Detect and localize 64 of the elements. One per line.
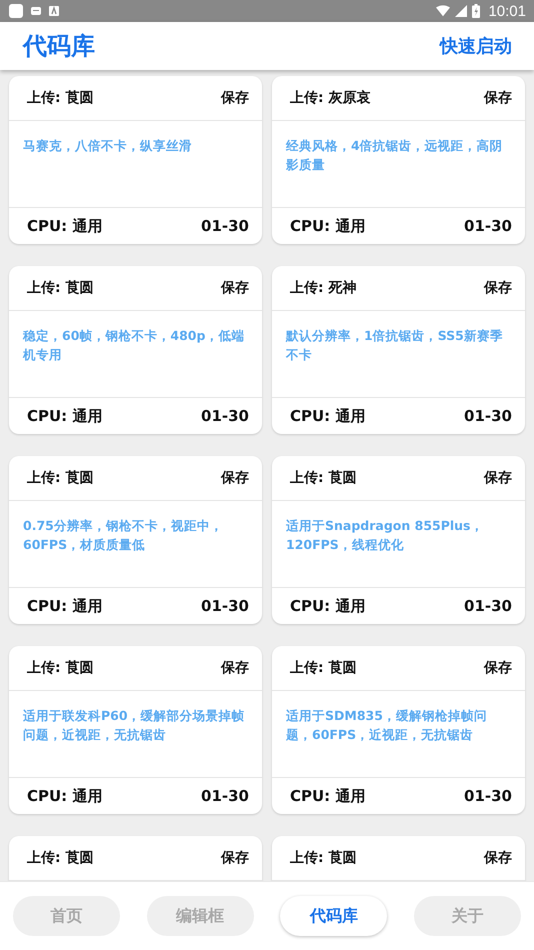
save-link[interactable]: 保存 [484, 849, 512, 867]
uploader-label: 上传: 死神 [290, 279, 356, 297]
signal-icon [454, 5, 468, 17]
date-label: 01-30 [201, 597, 249, 615]
save-link[interactable]: 保存 [221, 469, 249, 487]
preset-card[interactable]: 上传: 莨圆 保存 马赛克，八倍不卡，纵享丝滑 CPU: 通用 01-30 [9, 76, 262, 244]
save-link[interactable]: 保存 [484, 659, 512, 677]
preset-description: 0.75分辨率，钢枪不卡，视距中，60FPS，材质质量低 [23, 518, 223, 552]
uploader-label: 上传: 莨圆 [290, 849, 356, 867]
preset-card[interactable]: 上传: 死神 保存 默认分辨率，1倍抗锯齿，SS5新赛季不卡 CPU: 通用 01-30 [272, 266, 525, 434]
save-link[interactable]: 保存 [221, 849, 249, 867]
save-link[interactable]: 保存 [221, 659, 249, 677]
uploader-label: 上传: 莨圆 [290, 469, 356, 487]
date-label: 01-30 [201, 787, 249, 805]
notification-icon [49, 6, 59, 16]
preset-description: 经典风格，4倍抗锯齿，远视距，高阴影质量 [286, 138, 503, 172]
battery-icon [472, 4, 480, 18]
date-label: 01-30 [464, 787, 512, 805]
notification-icon [9, 4, 23, 18]
save-link[interactable]: 保存 [221, 279, 249, 297]
uploader-label: 上传: 灰原哀 [290, 89, 370, 107]
wifi-icon [436, 5, 450, 17]
date-label: 01-30 [464, 597, 512, 615]
preset-description: 适用于Snapdragon 855Plus，120FPS，线程优化 [286, 518, 484, 552]
preset-description: 稳定，60帧，钢枪不卡，480p，低端机专用 [23, 328, 244, 362]
preset-card[interactable]: 上传: 莨圆 保存 [9, 836, 262, 882]
preset-card[interactable]: 上传: 灰原哀 保存 经典风格，4倍抗锯齿，远视距，高阴影质量 CPU: 通用 01-30 [272, 76, 525, 244]
preset-card[interactable]: 上传: 莨圆 保存 适用于联发科P60，缓解部分场景掉帧问题，近视距，无抗锯齿 CPU: 通用 01-30 [9, 646, 262, 814]
uploader-label: 上传: 莨圆 [27, 469, 94, 487]
cpu-label: CPU: 通用 [27, 406, 102, 426]
quick-start-link[interactable]: 快速启动 [440, 34, 512, 58]
date-label: 01-30 [201, 217, 249, 235]
nav-tab[interactable]: 代码库 [280, 896, 388, 936]
preset-description: 适用于SDM835，缓解钢枪掉帧问题，60FPS，近视距，无抗锯齿 [286, 708, 487, 742]
preset-card[interactable]: 上传: 莨圆 保存 适用于SDM835，缓解钢枪掉帧问题，60FPS，近视距，无抗锯齿 CPU: 通用 01-30 [272, 646, 525, 814]
save-link[interactable]: 保存 [484, 469, 512, 487]
uploader-label: 上传: 莨圆 [27, 849, 94, 867]
clock: 10:01 [488, 2, 526, 20]
preset-description: 适用于联发科P60，缓解部分场景掉帧问题，近视距，无抗锯齿 [23, 708, 245, 742]
uploader-label: 上传: 莨圆 [290, 659, 356, 677]
preset-card[interactable]: 上传: 莨圆 保存 适用于Snapdragon 855Plus，120FPS，线程优化 CPU: 通用 01-30 [272, 456, 525, 624]
cpu-label: CPU: 通用 [290, 786, 366, 806]
preset-card[interactable]: 上传: 莨圆 保存 稳定，60帧，钢枪不卡，480p，低端机专用 CPU: 通用 01-30 [9, 266, 262, 434]
preset-card[interactable]: 上传: 莨圆 保存 0.75分辨率，钢枪不卡，视距中，60FPS，材质质量低 CPU: 通用 01-30 [9, 456, 262, 624]
uploader-label: 上传: 莨圆 [27, 659, 94, 677]
notification-icon [31, 6, 41, 16]
cpu-label: CPU: 通用 [290, 596, 366, 616]
cpu-label: CPU: 通用 [290, 216, 366, 236]
preset-description: 马赛克，八倍不卡，纵享丝滑 [23, 138, 192, 153]
uploader-label: 上传: 莨圆 [27, 279, 94, 297]
cpu-label: CPU: 通用 [290, 406, 366, 426]
save-link[interactable]: 保存 [484, 279, 512, 297]
cpu-label: CPU: 通用 [27, 596, 102, 616]
preset-description: 默认分辨率，1倍抗锯齿，SS5新赛季不卡 [286, 328, 503, 362]
cpu-label: CPU: 通用 [27, 786, 102, 806]
save-link[interactable]: 保存 [221, 89, 249, 107]
date-label: 01-30 [201, 407, 249, 425]
date-label: 01-30 [464, 407, 512, 425]
save-link[interactable]: 保存 [484, 89, 512, 107]
cpu-label: CPU: 通用 [27, 216, 102, 236]
preset-card[interactable]: 上传: 莨圆 保存 [272, 836, 525, 882]
page-title: 代码库 [23, 31, 95, 62]
uploader-label: 上传: 莨圆 [27, 89, 94, 107]
date-label: 01-30 [464, 217, 512, 235]
